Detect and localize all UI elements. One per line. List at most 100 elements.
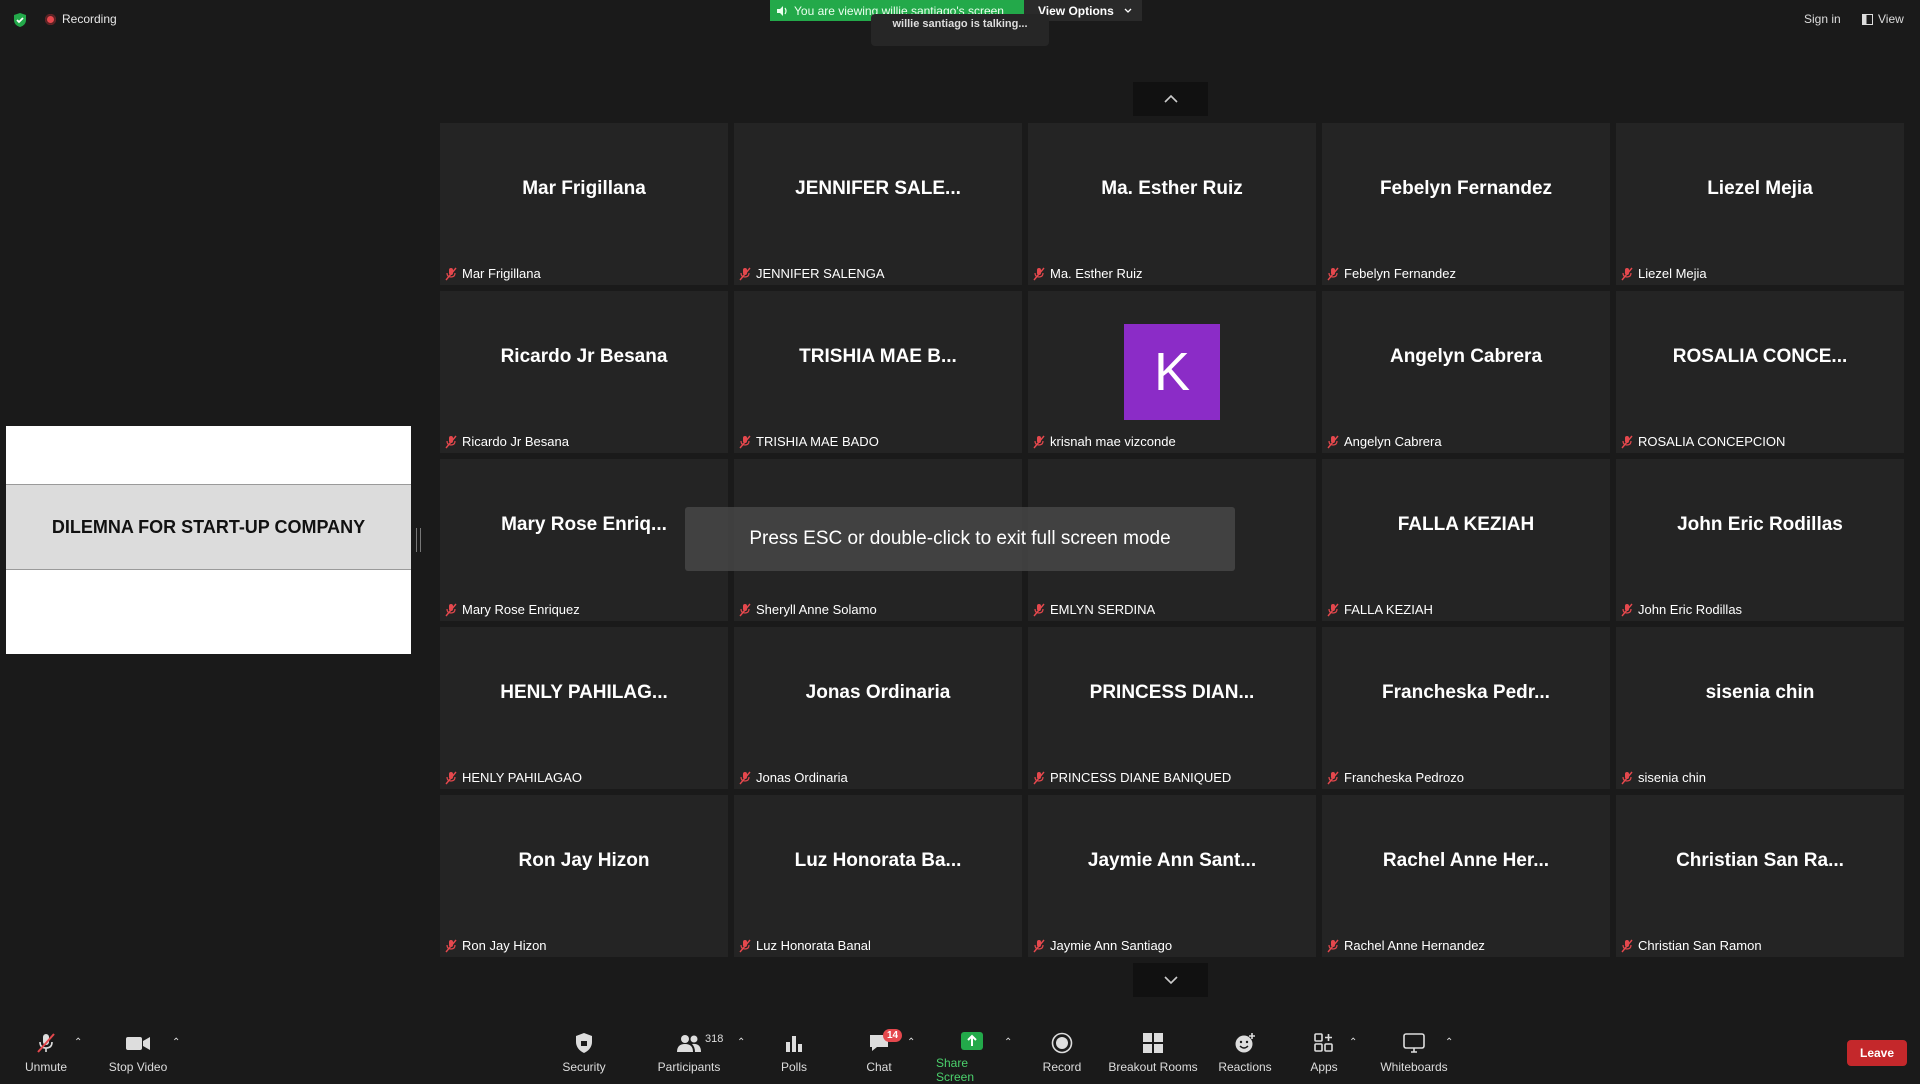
video-options-caret-icon[interactable]: ⌃ bbox=[172, 1037, 180, 1048]
gallery-page-down-button[interactable] bbox=[1133, 963, 1208, 997]
whiteboards-options-caret-icon[interactable]: ⌃ bbox=[1445, 1037, 1453, 1048]
reactions-emoji-icon bbox=[1235, 1033, 1255, 1053]
security-button[interactable]: Security bbox=[560, 1015, 608, 1080]
share-screen-arrow-icon bbox=[961, 1032, 983, 1050]
whiteboards-button[interactable]: Whiteboards bbox=[1378, 1015, 1450, 1080]
breakout-rooms-icon bbox=[1143, 1033, 1163, 1053]
participant-tile[interactable]: Febelyn Fernandez Febelyn Fernandez bbox=[1322, 123, 1610, 285]
recording-label: Recording bbox=[62, 12, 117, 26]
participants-options-caret-icon[interactable]: ⌃ bbox=[737, 1037, 745, 1048]
polls-button[interactable]: Polls bbox=[776, 1015, 812, 1080]
chevron-down-icon bbox=[1163, 976, 1178, 985]
chat-button[interactable]: Chat bbox=[862, 1015, 896, 1080]
participant-name: krisnah mae vizconde bbox=[1050, 434, 1176, 449]
participant-tile[interactable]: Ricardo Jr Besana Ricardo Jr Besana bbox=[440, 291, 728, 453]
participant-tile[interactable]: sisenia chin sisenia chin bbox=[1616, 627, 1904, 789]
microphone-muted-icon bbox=[1621, 435, 1633, 448]
whiteboards-label: Whiteboards bbox=[1380, 1060, 1448, 1074]
participant-tile[interactable]: Rachel Anne Her... Rachel Anne Hernandez bbox=[1322, 795, 1610, 957]
participant-tile[interactable]: Jaymie Ann Sant... Jaymie Ann Santiago bbox=[1028, 795, 1316, 957]
microphone-muted-icon bbox=[739, 771, 751, 784]
stop-video-button[interactable]: Stop Video bbox=[106, 1015, 170, 1080]
stop-video-label: Stop Video bbox=[108, 1060, 168, 1074]
record-button[interactable]: Record bbox=[1040, 1015, 1084, 1080]
participant-name: Ma. Esther Ruiz bbox=[1050, 266, 1143, 281]
participant-tile[interactable]: ROSALIA CONCE... ROSALIA CONCEPCION bbox=[1616, 291, 1904, 453]
chat-options-caret-icon[interactable]: ⌃ bbox=[907, 1037, 915, 1048]
view-label: View bbox=[1878, 12, 1904, 26]
participant-tile[interactable]: Ma. Esther Ruiz Ma. Esther Ruiz bbox=[1028, 123, 1316, 285]
microphone-muted-icon bbox=[739, 435, 751, 448]
recording-indicator[interactable]: Recording bbox=[45, 12, 117, 26]
security-shield-icon bbox=[576, 1033, 592, 1053]
participant-tile[interactable]: Angelyn Cabrera Angelyn Cabrera bbox=[1322, 291, 1610, 453]
apps-button[interactable]: Apps bbox=[1306, 1015, 1342, 1080]
sign-in-link[interactable]: Sign in bbox=[1804, 12, 1841, 26]
share-options-caret-icon[interactable]: ⌃ bbox=[1004, 1037, 1012, 1048]
participants-button[interactable]: Participants bbox=[656, 1015, 722, 1080]
participant-name-label: Febelyn Fernandez bbox=[1326, 266, 1456, 281]
participant-tile[interactable]: PRINCESS DIAN... PRINCESS DIANE BANIQUED bbox=[1028, 627, 1316, 789]
participant-display-name: ROSALIA CONCE... bbox=[1672, 346, 1848, 367]
participant-tile[interactable]: JENNIFER SALE... JENNIFER SALENGA bbox=[734, 123, 1022, 285]
active-speaker-notice: willie santiago is talking... bbox=[871, 14, 1049, 46]
participant-name-label: TRISHIA MAE BADO bbox=[738, 434, 879, 449]
view-button[interactable]: View bbox=[1862, 12, 1904, 26]
exit-fullscreen-toast: Press ESC or double-click to exit full s… bbox=[685, 507, 1235, 571]
participant-name-label: Ron Jay Hizon bbox=[444, 938, 547, 953]
shield-check-icon[interactable] bbox=[12, 12, 28, 28]
audio-options-caret-icon[interactable]: ⌃ bbox=[74, 1037, 82, 1048]
microphone-muted-icon bbox=[1327, 603, 1339, 616]
participant-tile[interactable]: Jonas Ordinaria Jonas Ordinaria bbox=[734, 627, 1022, 789]
participant-name-label: Angelyn Cabrera bbox=[1326, 434, 1442, 449]
participant-name-label: FALLA KEZIAH bbox=[1326, 602, 1433, 617]
leave-meeting-button[interactable]: Leave bbox=[1847, 1040, 1907, 1066]
slide-title-band: DILEMNA FOR START-UP COMPANY bbox=[6, 484, 411, 570]
participant-tile[interactable]: Kkrisnah mae vizconde bbox=[1028, 291, 1316, 453]
reactions-label: Reactions bbox=[1218, 1060, 1272, 1074]
participant-name: PRINCESS DIANE BANIQUED bbox=[1050, 770, 1232, 785]
participant-tile[interactable]: Luz Honorata Ba... Luz Honorata Banal bbox=[734, 795, 1022, 957]
participant-tile[interactable]: Liezel Mejia Liezel Mejia bbox=[1616, 123, 1904, 285]
participant-tile[interactable]: Mar Frigillana Mar Frigillana bbox=[440, 123, 728, 285]
participant-display-name: TRISHIA MAE B... bbox=[799, 346, 957, 367]
shared-screen-view[interactable]: DILEMNA FOR START-UP COMPANY bbox=[6, 426, 411, 654]
participant-tile[interactable]: Francheska Pedr... Francheska Pedrozo bbox=[1322, 627, 1610, 789]
microphone-muted-icon bbox=[1033, 603, 1045, 616]
participant-name: Mary Rose Enriquez bbox=[462, 602, 580, 617]
participant-tile[interactable]: John Eric Rodillas John Eric Rodillas bbox=[1616, 459, 1904, 621]
view-options-label: View Options bbox=[1038, 3, 1114, 18]
microphone-muted-icon bbox=[445, 435, 457, 448]
participant-display-name: Ma. Esther Ruiz bbox=[1101, 178, 1243, 199]
slide-title: DILEMNA FOR START-UP COMPANY bbox=[51, 516, 366, 537]
share-screen-button[interactable]: Share Screen bbox=[936, 1015, 1008, 1084]
participant-name: Febelyn Fernandez bbox=[1344, 266, 1457, 281]
participant-name-label: Luz Honorata Banal bbox=[738, 938, 871, 953]
participant-tile[interactable]: FALLA KEZIAH FALLA KEZIAH bbox=[1322, 459, 1610, 621]
unmute-button[interactable]: Unmute bbox=[18, 1015, 74, 1080]
microphone-muted-icon bbox=[1033, 771, 1045, 784]
participant-name-label: Rachel Anne Hernandez bbox=[1326, 938, 1485, 953]
participant-tile[interactable]: Ron Jay Hizon Ron Jay Hizon bbox=[440, 795, 728, 957]
reactions-button[interactable]: Reactions bbox=[1216, 1015, 1274, 1080]
security-label: Security bbox=[562, 1060, 606, 1074]
chat-label: Chat bbox=[866, 1060, 892, 1074]
participant-name-label: HENLY PAHILAGAO bbox=[444, 770, 582, 785]
participant-display-name: Luz Honorata Ba... bbox=[794, 850, 962, 871]
participant-tile[interactable]: TRISHIA MAE B... TRISHIA MAE BADO bbox=[734, 291, 1022, 453]
microphone-muted-icon bbox=[1327, 939, 1339, 952]
record-label: Record bbox=[1042, 1060, 1082, 1074]
microphone-muted-icon bbox=[1033, 435, 1045, 448]
participant-name-label: Jonas Ordinaria bbox=[738, 770, 848, 785]
microphone-muted-icon bbox=[445, 771, 457, 784]
breakout-rooms-button[interactable]: Breakout Rooms bbox=[1108, 1015, 1198, 1080]
participant-display-name: Christian San Ra... bbox=[1676, 850, 1844, 871]
participant-display-name: Liezel Mejia bbox=[1707, 178, 1813, 199]
participant-name: Luz Honorata Banal bbox=[756, 938, 871, 953]
participant-tile[interactable]: Christian San Ra... Christian San Ramon bbox=[1616, 795, 1904, 957]
microphone-muted-icon bbox=[1327, 771, 1339, 784]
gallery-page-up-button[interactable] bbox=[1133, 82, 1208, 116]
apps-options-caret-icon[interactable]: ⌃ bbox=[1349, 1037, 1357, 1048]
participant-tile[interactable]: HENLY PAHILAG... HENLY PAHILAGAO bbox=[440, 627, 728, 789]
split-view-resize-handle[interactable] bbox=[416, 528, 421, 552]
